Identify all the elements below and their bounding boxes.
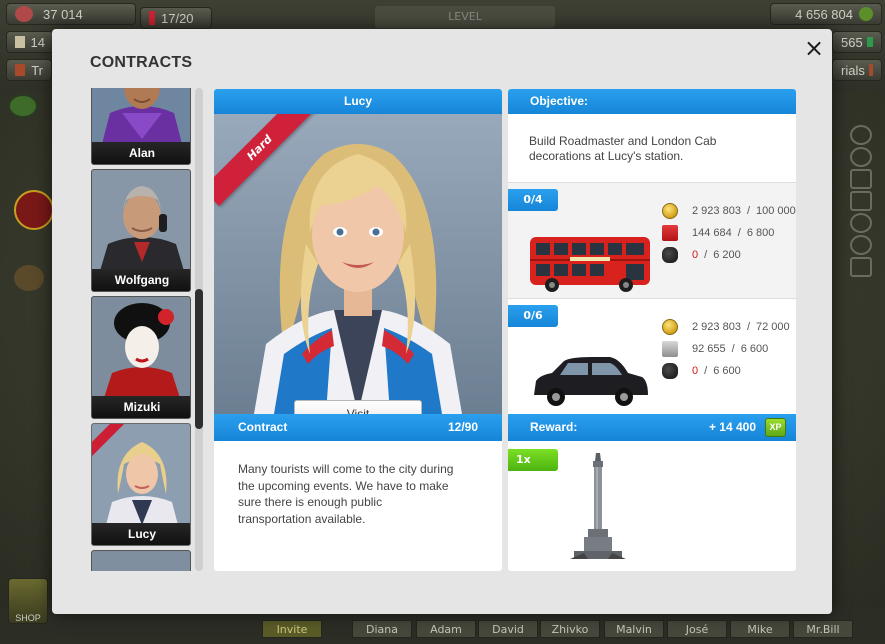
materials-icon (868, 64, 873, 76)
next-character-portrait (92, 551, 190, 571)
reward-quantity-badge: 1x (508, 449, 558, 471)
coal-icon (662, 247, 678, 263)
friend-slot[interactable]: David (478, 620, 538, 638)
character-card-mizuki[interactable]: Mizuki (91, 296, 191, 419)
reward-bar: Reward: + 14 400 XP (508, 414, 796, 441)
requirement-coins: 2 923 803 / 100 000 (662, 201, 796, 221)
task-london-cab: 0/6 2 923 803 / 72 000 92 655 / 6 600 0 … (508, 298, 796, 414)
lock-icon[interactable] (850, 213, 872, 233)
requirement-fuel: 144 684 / 6 800 (662, 223, 774, 243)
london-cab-icon (534, 357, 648, 406)
alan-portrait (92, 88, 190, 144)
coal-icon (662, 363, 678, 379)
screenshot-icon[interactable] (850, 169, 872, 189)
character-card-lucy[interactable]: Lucy (91, 423, 191, 546)
population-icon (15, 6, 33, 22)
fuel-icon (662, 225, 678, 241)
train-route-icon[interactable] (850, 257, 872, 277)
friend-slot[interactable]: Mike (730, 620, 790, 638)
contract-progress-bar: Contract 12/90 (214, 414, 502, 441)
green-status-icon[interactable] (8, 94, 38, 118)
xp-icon: XP (765, 418, 786, 437)
materials-button[interactable]: rials (832, 59, 882, 81)
character-card-alan[interactable]: Alan (91, 88, 191, 165)
task-progress-badge: 0/6 (508, 305, 558, 327)
train-icon (15, 64, 26, 76)
character-list-scrollbar[interactable] (195, 88, 203, 571)
coin-icon (662, 319, 678, 335)
visit-button[interactable]: Visit (294, 400, 422, 414)
contract-label: Contract (238, 420, 288, 434)
task-roadmaster: 0/4 2 923 803 / 100 000 144 684 / 6 800 … (508, 182, 796, 298)
friend-slot[interactable]: Zhivko (540, 620, 600, 638)
zoom-toolbar (850, 125, 876, 279)
zoom-in-icon[interactable] (850, 125, 872, 145)
steel-icon (662, 341, 678, 357)
objective-panel: Objective: Build Roadmaster and London C… (508, 89, 796, 571)
level-indicator: LEVEL (375, 6, 555, 28)
objective-header: Objective: (508, 89, 796, 114)
requirement-coins: 2 923 803 / 72 000 (662, 317, 790, 337)
friend-slot[interactable]: Mr.Bill (793, 620, 853, 638)
character-name: Alan (92, 142, 190, 164)
dialog-title: CONTRACTS (90, 54, 193, 71)
character-name: Lucy (92, 523, 190, 545)
character-header: Lucy (214, 89, 502, 114)
friend-slot[interactable]: Malvin (604, 620, 664, 638)
trains-button[interactable]: Tr (6, 59, 52, 81)
close-button[interactable]: × (802, 36, 826, 61)
alert-badge-icon[interactable] (14, 190, 54, 230)
contract-count: 12/90 (447, 420, 478, 434)
gems-counter[interactable]: 565 (832, 31, 882, 53)
zoom-out-icon[interactable] (850, 147, 872, 167)
contracts-dialog: CONTRACTS × Alan Wolfgang Mizuki Lucy Lu… (52, 29, 832, 614)
coin-icon (662, 203, 678, 219)
coins-counter[interactable]: 4 656 804 (770, 3, 882, 25)
coin-status-icon (859, 7, 873, 21)
reward-value: + 14 400 (708, 420, 756, 434)
invite-friend-button[interactable]: Invite (262, 620, 322, 638)
roadmaster-bus-icon (530, 237, 650, 292)
requirement-steel: 92 655 / 6 600 (662, 339, 768, 359)
character-name: Mizuki (92, 396, 190, 418)
mail-icon (15, 36, 25, 48)
mail-counter[interactable]: 14 (6, 31, 54, 53)
requirement-coal: 0 / 6 200 (662, 245, 741, 265)
requirement-coal: 0 / 6 600 (662, 361, 741, 381)
character-card-next[interactable] (91, 550, 191, 571)
save-icon[interactable] (850, 191, 872, 211)
train-capacity-counter[interactable]: 17/20 (140, 7, 212, 29)
task-progress-badge: 0/4 (508, 189, 558, 211)
character-list: Alan Wolfgang Mizuki Lucy (90, 88, 192, 571)
scrollbar-thumb[interactable] (195, 289, 203, 429)
settings-gear-icon[interactable] (850, 235, 872, 255)
character-card-wolfgang[interactable]: Wolfgang (91, 169, 191, 292)
friend-slot[interactable]: Adam (416, 620, 476, 638)
population-counter[interactable]: 37 014 (6, 3, 136, 25)
objective-text: Build Roadmaster and London Cab decorati… (529, 134, 717, 163)
gem-icon (866, 37, 873, 47)
character-portrait-large: Hard Visit (214, 114, 502, 414)
friend-slot[interactable]: Diana (352, 620, 412, 638)
mizuki-portrait (92, 297, 190, 398)
friend-slot[interactable]: José (667, 620, 727, 638)
contract-description: Many tourists will come to the city duri… (238, 462, 454, 526)
wolfgang-portrait (92, 170, 190, 271)
train-capacity-icon (149, 11, 155, 25)
bag-icon[interactable] (14, 265, 44, 291)
reward-label: Reward: (530, 420, 578, 434)
shop-button[interactable]: SHOP (8, 578, 48, 624)
character-detail-panel: Lucy Hard Visit Contract 12/90 Many tour… (214, 89, 502, 571)
monument-column-icon (570, 453, 626, 559)
character-name: Wolfgang (92, 269, 190, 291)
